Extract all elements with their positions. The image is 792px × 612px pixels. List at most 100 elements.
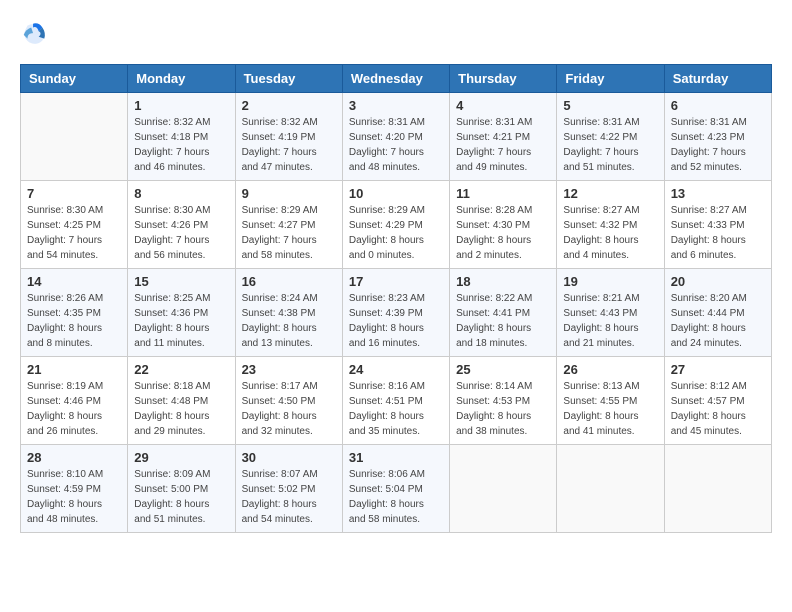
- sunrise-text: Sunrise: 8:31 AM: [671, 115, 765, 130]
- sunset-text: Sunset: 4:44 PM: [671, 306, 765, 321]
- calendar-cell: 31 Sunrise: 8:06 AM Sunset: 5:04 PM Dayl…: [342, 445, 449, 533]
- cell-info: Sunrise: 8:22 AM Sunset: 4:41 PM Dayligh…: [456, 291, 550, 351]
- calendar-week-row: 1 Sunrise: 8:32 AM Sunset: 4:18 PM Dayli…: [21, 93, 772, 181]
- daylight-text: Daylight: 8 hours and 18 minutes.: [456, 321, 550, 351]
- daylight-text: Daylight: 8 hours and 45 minutes.: [671, 409, 765, 439]
- cell-info: Sunrise: 8:28 AM Sunset: 4:30 PM Dayligh…: [456, 203, 550, 263]
- daylight-text: Daylight: 8 hours and 54 minutes.: [242, 497, 336, 527]
- sunrise-text: Sunrise: 8:09 AM: [134, 467, 228, 482]
- sunrise-text: Sunrise: 8:12 AM: [671, 379, 765, 394]
- cell-info: Sunrise: 8:29 AM Sunset: 4:29 PM Dayligh…: [349, 203, 443, 263]
- calendar-cell: 1 Sunrise: 8:32 AM Sunset: 4:18 PM Dayli…: [128, 93, 235, 181]
- sunset-text: Sunset: 4:23 PM: [671, 130, 765, 145]
- sunrise-text: Sunrise: 8:26 AM: [27, 291, 121, 306]
- sunset-text: Sunset: 4:35 PM: [27, 306, 121, 321]
- weekday-header-friday: Friday: [557, 65, 664, 93]
- sunrise-text: Sunrise: 8:29 AM: [349, 203, 443, 218]
- sunset-text: Sunset: 4:21 PM: [456, 130, 550, 145]
- calendar-cell: [557, 445, 664, 533]
- cell-info: Sunrise: 8:32 AM Sunset: 4:19 PM Dayligh…: [242, 115, 336, 175]
- sunrise-text: Sunrise: 8:19 AM: [27, 379, 121, 394]
- calendar-cell: 4 Sunrise: 8:31 AM Sunset: 4:21 PM Dayli…: [450, 93, 557, 181]
- sunrise-text: Sunrise: 8:30 AM: [134, 203, 228, 218]
- day-number: 5: [563, 98, 657, 113]
- sunrise-text: Sunrise: 8:31 AM: [456, 115, 550, 130]
- weekday-header-monday: Monday: [128, 65, 235, 93]
- daylight-text: Daylight: 8 hours and 26 minutes.: [27, 409, 121, 439]
- weekday-header-saturday: Saturday: [664, 65, 771, 93]
- sunset-text: Sunset: 4:48 PM: [134, 394, 228, 409]
- calendar-week-row: 7 Sunrise: 8:30 AM Sunset: 4:25 PM Dayli…: [21, 181, 772, 269]
- sunrise-text: Sunrise: 8:07 AM: [242, 467, 336, 482]
- daylight-text: Daylight: 8 hours and 29 minutes.: [134, 409, 228, 439]
- cell-info: Sunrise: 8:32 AM Sunset: 4:18 PM Dayligh…: [134, 115, 228, 175]
- calendar-cell: 3 Sunrise: 8:31 AM Sunset: 4:20 PM Dayli…: [342, 93, 449, 181]
- sunrise-text: Sunrise: 8:06 AM: [349, 467, 443, 482]
- daylight-text: Daylight: 8 hours and 51 minutes.: [134, 497, 228, 527]
- calendar-cell: 16 Sunrise: 8:24 AM Sunset: 4:38 PM Dayl…: [235, 269, 342, 357]
- calendar-week-row: 28 Sunrise: 8:10 AM Sunset: 4:59 PM Dayl…: [21, 445, 772, 533]
- day-number: 4: [456, 98, 550, 113]
- daylight-text: Daylight: 8 hours and 2 minutes.: [456, 233, 550, 263]
- sunrise-text: Sunrise: 8:14 AM: [456, 379, 550, 394]
- cell-info: Sunrise: 8:30 AM Sunset: 4:25 PM Dayligh…: [27, 203, 121, 263]
- sunset-text: Sunset: 4:46 PM: [27, 394, 121, 409]
- sunset-text: Sunset: 4:25 PM: [27, 218, 121, 233]
- sunset-text: Sunset: 4:18 PM: [134, 130, 228, 145]
- calendar-cell: 15 Sunrise: 8:25 AM Sunset: 4:36 PM Dayl…: [128, 269, 235, 357]
- day-number: 12: [563, 186, 657, 201]
- calendar-cell: 30 Sunrise: 8:07 AM Sunset: 5:02 PM Dayl…: [235, 445, 342, 533]
- cell-info: Sunrise: 8:25 AM Sunset: 4:36 PM Dayligh…: [134, 291, 228, 351]
- daylight-text: Daylight: 8 hours and 48 minutes.: [27, 497, 121, 527]
- sunrise-text: Sunrise: 8:17 AM: [242, 379, 336, 394]
- calendar-cell: [450, 445, 557, 533]
- day-number: 6: [671, 98, 765, 113]
- sunrise-text: Sunrise: 8:31 AM: [349, 115, 443, 130]
- cell-info: Sunrise: 8:10 AM Sunset: 4:59 PM Dayligh…: [27, 467, 121, 527]
- day-number: 27: [671, 362, 765, 377]
- cell-info: Sunrise: 8:31 AM Sunset: 4:21 PM Dayligh…: [456, 115, 550, 175]
- daylight-text: Daylight: 8 hours and 35 minutes.: [349, 409, 443, 439]
- cell-info: Sunrise: 8:13 AM Sunset: 4:55 PM Dayligh…: [563, 379, 657, 439]
- calendar-cell: 18 Sunrise: 8:22 AM Sunset: 4:41 PM Dayl…: [450, 269, 557, 357]
- day-number: 18: [456, 274, 550, 289]
- daylight-text: Daylight: 7 hours and 56 minutes.: [134, 233, 228, 263]
- day-number: 1: [134, 98, 228, 113]
- cell-info: Sunrise: 8:12 AM Sunset: 4:57 PM Dayligh…: [671, 379, 765, 439]
- sunset-text: Sunset: 5:02 PM: [242, 482, 336, 497]
- day-number: 25: [456, 362, 550, 377]
- sunset-text: Sunset: 4:36 PM: [134, 306, 228, 321]
- calendar-cell: 11 Sunrise: 8:28 AM Sunset: 4:30 PM Dayl…: [450, 181, 557, 269]
- day-number: 11: [456, 186, 550, 201]
- day-number: 3: [349, 98, 443, 113]
- calendar-cell: [664, 445, 771, 533]
- logo: [20, 20, 52, 48]
- cell-info: Sunrise: 8:14 AM Sunset: 4:53 PM Dayligh…: [456, 379, 550, 439]
- sunrise-text: Sunrise: 8:30 AM: [27, 203, 121, 218]
- daylight-text: Daylight: 7 hours and 47 minutes.: [242, 145, 336, 175]
- calendar-cell: 20 Sunrise: 8:20 AM Sunset: 4:44 PM Dayl…: [664, 269, 771, 357]
- daylight-text: Daylight: 8 hours and 32 minutes.: [242, 409, 336, 439]
- calendar-cell: [21, 93, 128, 181]
- sunset-text: Sunset: 4:26 PM: [134, 218, 228, 233]
- weekday-header-sunday: Sunday: [21, 65, 128, 93]
- calendar-cell: 13 Sunrise: 8:27 AM Sunset: 4:33 PM Dayl…: [664, 181, 771, 269]
- sunset-text: Sunset: 4:33 PM: [671, 218, 765, 233]
- sunset-text: Sunset: 4:41 PM: [456, 306, 550, 321]
- sunset-text: Sunset: 4:30 PM: [456, 218, 550, 233]
- calendar-cell: 10 Sunrise: 8:29 AM Sunset: 4:29 PM Dayl…: [342, 181, 449, 269]
- sunset-text: Sunset: 4:55 PM: [563, 394, 657, 409]
- sunset-text: Sunset: 4:38 PM: [242, 306, 336, 321]
- calendar-cell: 21 Sunrise: 8:19 AM Sunset: 4:46 PM Dayl…: [21, 357, 128, 445]
- sunset-text: Sunset: 4:22 PM: [563, 130, 657, 145]
- day-number: 24: [349, 362, 443, 377]
- sunrise-text: Sunrise: 8:28 AM: [456, 203, 550, 218]
- sunset-text: Sunset: 4:51 PM: [349, 394, 443, 409]
- sunset-text: Sunset: 5:04 PM: [349, 482, 443, 497]
- cell-info: Sunrise: 8:21 AM Sunset: 4:43 PM Dayligh…: [563, 291, 657, 351]
- sunset-text: Sunset: 4:32 PM: [563, 218, 657, 233]
- sunrise-text: Sunrise: 8:20 AM: [671, 291, 765, 306]
- cell-info: Sunrise: 8:26 AM Sunset: 4:35 PM Dayligh…: [27, 291, 121, 351]
- daylight-text: Daylight: 7 hours and 54 minutes.: [27, 233, 121, 263]
- calendar-table: SundayMondayTuesdayWednesdayThursdayFrid…: [20, 64, 772, 533]
